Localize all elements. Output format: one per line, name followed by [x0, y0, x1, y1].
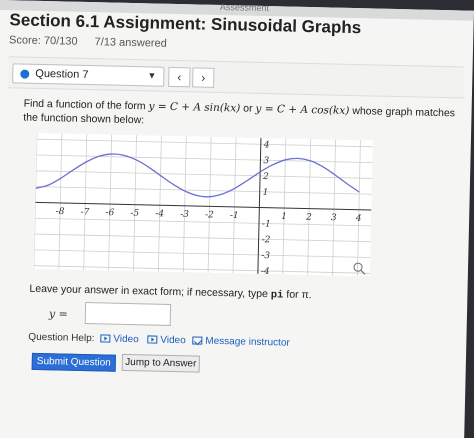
answer-format-hint: Leave your answer in exact form; if nece… — [29, 282, 312, 302]
envelope-icon — [192, 336, 203, 345]
x-tick-label: 1 — [281, 212, 287, 222]
x-tick-label: -7 — [80, 207, 89, 217]
chevron-down-icon: ▼ — [147, 70, 157, 81]
next-question-button[interactable]: › — [192, 67, 215, 88]
sinusoid-graph: -8 -7 -6 -5 -4 -3 -2 -1 1 2 3 4 4 3 2 1 -1 -2 -3 -4 — [33, 132, 373, 277]
x-tick-label: 4 — [355, 214, 362, 224]
jump-to-answer-button[interactable]: Jump to Answer — [121, 353, 200, 373]
hint-lead: Leave your answer in exact form; if nece… — [29, 282, 271, 301]
question-nav-bar: Question 7 ▼ ‹ › — [8, 56, 465, 99]
y-tick-label: -3 — [261, 251, 270, 261]
prompt-or: or — [240, 102, 256, 115]
hint-code: pi — [270, 289, 284, 302]
x-tick-label: -6 — [105, 208, 114, 218]
x-tick-label: -4 — [155, 209, 164, 219]
question-help-label: Question Help: — [28, 331, 95, 345]
score-line: Score: 70/130 7/13 answered — [9, 34, 181, 50]
video-link-1[interactable]: Video — [100, 333, 139, 345]
score-text: Score: 70/130 — [8, 34, 78, 48]
y-tick-label: 4 — [263, 140, 270, 150]
x-tick-label: 2 — [305, 213, 312, 223]
prompt-form-sin: y = C + A sin(kx) — [148, 100, 241, 115]
video-icon — [147, 335, 158, 344]
assignment-page: Assessment Section 6.1 Assignment: Sinus… — [0, 0, 474, 438]
hint-tail: for π. — [283, 288, 312, 302]
y-tick-label: 3 — [263, 156, 269, 166]
x-tick-label: -2 — [205, 210, 214, 220]
y-tick-label: -2 — [262, 235, 271, 245]
current-question-dot-icon — [20, 69, 30, 79]
video-link-2[interactable]: Video — [147, 334, 186, 346]
prompt-form-cos: y = C + A cos(kx) — [255, 102, 350, 117]
previous-question-button[interactable]: ‹ — [168, 66, 191, 88]
x-tick-label: -5 — [130, 209, 139, 219]
y-tick-label: 2 — [262, 172, 269, 182]
x-tick-label: -8 — [56, 207, 65, 217]
x-tick-label: -1 — [230, 211, 239, 221]
y-tick-label: -4 — [261, 267, 270, 277]
question-prompt: Find a function of the form y = C + A si… — [23, 97, 464, 135]
video-link-2-label: Video — [160, 334, 186, 347]
answer-input[interactable] — [84, 302, 172, 326]
message-instructor-link[interactable]: Message instructor — [192, 335, 290, 349]
question-select[interactable]: Question 7 ▼ — [12, 63, 165, 87]
message-instructor-label: Message instructor — [205, 335, 290, 349]
x-tick-label: -3 — [180, 210, 189, 220]
answered-count: 7/13 answered — [94, 36, 167, 50]
prompt-lead: Find a function of the form — [23, 97, 149, 113]
x-tick-label: 3 — [331, 213, 337, 223]
video-icon — [100, 334, 111, 343]
y-tick-label: 1 — [263, 188, 269, 198]
answer-label: y = — [48, 307, 68, 321]
top-band-text: Assessment — [219, 1, 270, 14]
y-tick-label: -1 — [262, 219, 271, 229]
video-link-1-label: Video — [113, 333, 139, 346]
question-select-label: Question 7 — [35, 67, 89, 82]
submit-question-button[interactable]: Submit Question — [31, 352, 116, 372]
